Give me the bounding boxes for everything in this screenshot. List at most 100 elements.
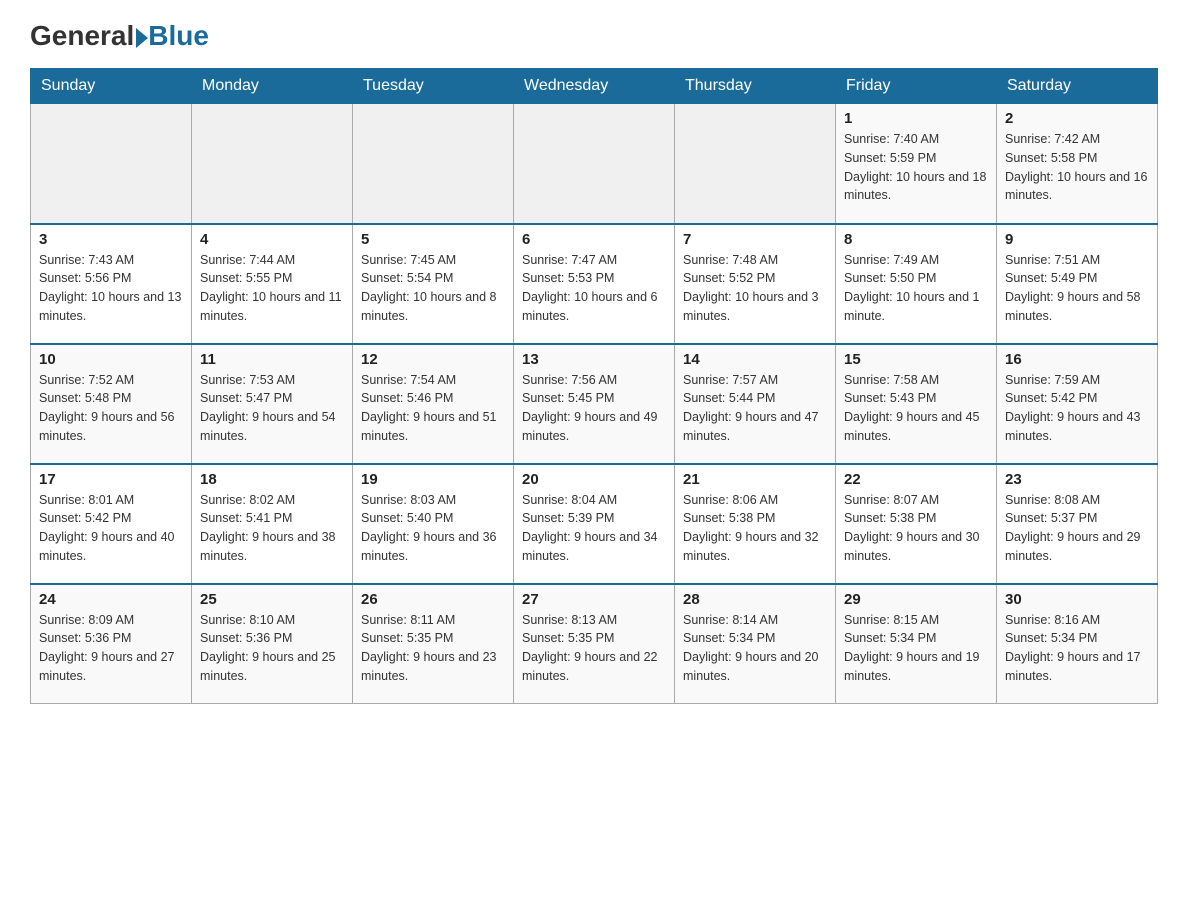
- calendar-day-cell: 30 Sunrise: 8:16 AMSunset: 5:34 PMDayligh…: [997, 584, 1158, 704]
- calendar-week-row: 1Sunrise: 7:40 AMSunset: 5:59 PMDaylight…: [31, 104, 1158, 224]
- calendar-day-cell: 18Sunrise: 8:02 AMSunset: 5:41 PMDayligh…: [192, 464, 353, 584]
- day-number: 13: [522, 351, 666, 368]
- calendar-table: SundayMondayTuesdayWednesdayThursdayFrid…: [30, 68, 1158, 704]
- day-info: Sunrise: 7:40 AMSunset: 5:59 PMDaylight:…: [844, 130, 988, 205]
- calendar-day-cell: 12Sunrise: 7:54 AMSunset: 5:46 PMDayligh…: [353, 344, 514, 464]
- calendar-day-cell: 5Sunrise: 7:45 AMSunset: 5:54 PMDaylight…: [353, 224, 514, 344]
- day-info: Sunrise: 8:08 AMSunset: 5:37 PMDaylight:…: [1005, 491, 1149, 566]
- day-number: 10: [39, 351, 183, 368]
- calendar-day-cell: 7Sunrise: 7:48 AMSunset: 5:52 PMDaylight…: [675, 224, 836, 344]
- page-header: General Blue: [30, 20, 1158, 52]
- calendar-day-cell: 20 Sunrise: 8:04 AMSunset: 5:39 PMDayligh…: [514, 464, 675, 584]
- calendar-week-row: 17Sunrise: 8:01 AMSunset: 5:42 PMDayligh…: [31, 464, 1158, 584]
- calendar-day-cell: 27Sunrise: 8:13 AMSunset: 5:35 PMDayligh…: [514, 584, 675, 704]
- day-number: 30: [1005, 591, 1149, 608]
- calendar-day-cell: [514, 104, 675, 224]
- weekday-header-thursday: Thursday: [675, 69, 836, 104]
- day-number: 16: [1005, 351, 1149, 368]
- day-number: 6: [522, 231, 666, 248]
- day-number: 24: [39, 591, 183, 608]
- calendar-day-cell: 3 Sunrise: 7:43 AMSunset: 5:56 PMDaylight…: [31, 224, 192, 344]
- calendar-day-cell: [31, 104, 192, 224]
- calendar-day-cell: 2 Sunrise: 7:42 AMSunset: 5:58 PMDaylight…: [997, 104, 1158, 224]
- day-number: 9: [1005, 231, 1149, 248]
- day-info: Sunrise: 7:58 AMSunset: 5:43 PMDaylight:…: [844, 371, 988, 446]
- day-number: 2: [1005, 110, 1149, 127]
- day-number: 23: [1005, 471, 1149, 488]
- day-info: Sunrise: 8:06 AMSunset: 5:38 PMDaylight:…: [683, 491, 827, 566]
- day-info: Sunrise: 7:43 AMSunset: 5:56 PMDaylight:…: [39, 251, 183, 326]
- day-number: 20: [522, 471, 666, 488]
- day-number: 28: [683, 591, 827, 608]
- day-info: Sunrise: 7:42 AMSunset: 5:58 PMDaylight:…: [1005, 130, 1149, 205]
- weekday-header-friday: Friday: [836, 69, 997, 104]
- calendar-day-cell: 17Sunrise: 8:01 AMSunset: 5:42 PMDayligh…: [31, 464, 192, 584]
- day-info: Sunrise: 7:52 AMSunset: 5:48 PMDaylight:…: [39, 371, 183, 446]
- weekday-header-saturday: Saturday: [997, 69, 1158, 104]
- calendar-day-cell: 15 Sunrise: 7:58 AMSunset: 5:43 PMDayligh…: [836, 344, 997, 464]
- calendar-day-cell: 16 Sunrise: 7:59 AMSunset: 5:42 PMDayligh…: [997, 344, 1158, 464]
- day-number: 25: [200, 591, 344, 608]
- day-number: 19: [361, 471, 505, 488]
- day-info: Sunrise: 7:47 AMSunset: 5:53 PMDaylight:…: [522, 251, 666, 326]
- day-info: Sunrise: 7:51 AMSunset: 5:49 PMDaylight:…: [1005, 251, 1149, 326]
- calendar-day-cell: 13 Sunrise: 7:56 AMSunset: 5:45 PMDayligh…: [514, 344, 675, 464]
- day-info: Sunrise: 8:04 AMSunset: 5:39 PMDaylight:…: [522, 491, 666, 566]
- day-number: 29: [844, 591, 988, 608]
- day-number: 3: [39, 231, 183, 248]
- calendar-body: 1Sunrise: 7:40 AMSunset: 5:59 PMDaylight…: [31, 104, 1158, 704]
- calendar-header-row: SundayMondayTuesdayWednesdayThursdayFrid…: [31, 69, 1158, 104]
- day-info: Sunrise: 7:56 AMSunset: 5:45 PMDaylight:…: [522, 371, 666, 446]
- day-number: 8: [844, 231, 988, 248]
- calendar-day-cell: 4Sunrise: 7:44 AMSunset: 5:55 PMDaylight…: [192, 224, 353, 344]
- day-info: Sunrise: 7:44 AMSunset: 5:55 PMDaylight:…: [200, 251, 344, 326]
- day-info: Sunrise: 7:59 AMSunset: 5:42 PMDaylight:…: [1005, 371, 1149, 446]
- day-info: Sunrise: 8:14 AMSunset: 5:34 PMDaylight:…: [683, 611, 827, 686]
- calendar-day-cell: 29Sunrise: 8:15 AMSunset: 5:34 PMDayligh…: [836, 584, 997, 704]
- day-info: Sunrise: 8:10 AMSunset: 5:36 PMDaylight:…: [200, 611, 344, 686]
- calendar-day-cell: 1Sunrise: 7:40 AMSunset: 5:59 PMDaylight…: [836, 104, 997, 224]
- calendar-day-cell: 26Sunrise: 8:11 AMSunset: 5:35 PMDayligh…: [353, 584, 514, 704]
- day-info: Sunrise: 8:07 AMSunset: 5:38 PMDaylight:…: [844, 491, 988, 566]
- day-info: Sunrise: 8:13 AMSunset: 5:35 PMDaylight:…: [522, 611, 666, 686]
- logo: General Blue: [30, 20, 209, 52]
- logo-blue-text: Blue: [148, 20, 209, 52]
- calendar-day-cell: 22 Sunrise: 8:07 AMSunset: 5:38 PMDayligh…: [836, 464, 997, 584]
- day-info: Sunrise: 7:48 AMSunset: 5:52 PMDaylight:…: [683, 251, 827, 326]
- day-number: 14: [683, 351, 827, 368]
- calendar-day-cell: 28 Sunrise: 8:14 AMSunset: 5:34 PMDayligh…: [675, 584, 836, 704]
- day-info: Sunrise: 7:49 AMSunset: 5:50 PMDaylight:…: [844, 251, 988, 326]
- calendar-day-cell: 19Sunrise: 8:03 AMSunset: 5:40 PMDayligh…: [353, 464, 514, 584]
- weekday-header-sunday: Sunday: [31, 69, 192, 104]
- calendar-day-cell: 9 Sunrise: 7:51 AMSunset: 5:49 PMDaylight…: [997, 224, 1158, 344]
- calendar-day-cell: 14 Sunrise: 7:57 AMSunset: 5:44 PMDayligh…: [675, 344, 836, 464]
- calendar-day-cell: [675, 104, 836, 224]
- calendar-day-cell: 24 Sunrise: 8:09 AMSunset: 5:36 PMDayligh…: [31, 584, 192, 704]
- day-info: Sunrise: 8:02 AMSunset: 5:41 PMDaylight:…: [200, 491, 344, 566]
- calendar-day-cell: 25 Sunrise: 8:10 AMSunset: 5:36 PMDayligh…: [192, 584, 353, 704]
- day-number: 15: [844, 351, 988, 368]
- calendar-day-cell: 6 Sunrise: 7:47 AMSunset: 5:53 PMDaylight…: [514, 224, 675, 344]
- calendar-day-cell: 21 Sunrise: 8:06 AMSunset: 5:38 PMDayligh…: [675, 464, 836, 584]
- day-number: 26: [361, 591, 505, 608]
- calendar-day-cell: [353, 104, 514, 224]
- weekday-header-monday: Monday: [192, 69, 353, 104]
- day-info: Sunrise: 8:16 AMSunset: 5:34 PMDaylight:…: [1005, 611, 1149, 686]
- calendar-day-cell: 11Sunrise: 7:53 AMSunset: 5:47 PMDayligh…: [192, 344, 353, 464]
- calendar-day-cell: [192, 104, 353, 224]
- logo-general-text: General: [30, 20, 134, 52]
- calendar-day-cell: 23 Sunrise: 8:08 AMSunset: 5:37 PMDayligh…: [997, 464, 1158, 584]
- calendar-week-row: 10 Sunrise: 7:52 AMSunset: 5:48 PMDayligh…: [31, 344, 1158, 464]
- weekday-header-tuesday: Tuesday: [353, 69, 514, 104]
- day-info: Sunrise: 8:09 AMSunset: 5:36 PMDaylight:…: [39, 611, 183, 686]
- calendar-week-row: 3 Sunrise: 7:43 AMSunset: 5:56 PMDaylight…: [31, 224, 1158, 344]
- day-number: 21: [683, 471, 827, 488]
- weekday-header-wednesday: Wednesday: [514, 69, 675, 104]
- calendar-week-row: 24 Sunrise: 8:09 AMSunset: 5:36 PMDayligh…: [31, 584, 1158, 704]
- day-number: 17: [39, 471, 183, 488]
- day-info: Sunrise: 7:45 AMSunset: 5:54 PMDaylight:…: [361, 251, 505, 326]
- calendar-day-cell: 8 Sunrise: 7:49 AMSunset: 5:50 PMDaylight…: [836, 224, 997, 344]
- day-info: Sunrise: 7:57 AMSunset: 5:44 PMDaylight:…: [683, 371, 827, 446]
- day-info: Sunrise: 7:54 AMSunset: 5:46 PMDaylight:…: [361, 371, 505, 446]
- day-number: 22: [844, 471, 988, 488]
